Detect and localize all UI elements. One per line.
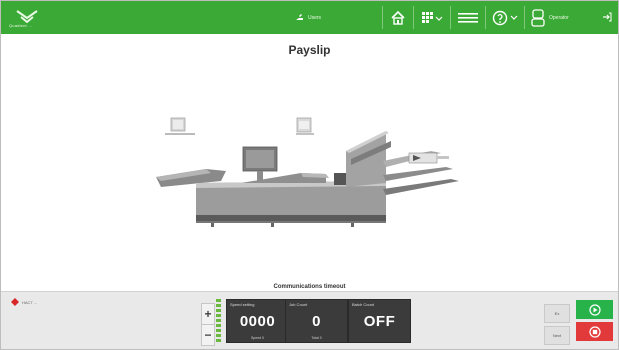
home-button[interactable]	[382, 6, 413, 29]
tile-subtext: Total 0	[311, 336, 322, 340]
menu-button[interactable]	[450, 6, 485, 29]
user-menu-label: Operator	[549, 14, 569, 21]
help-button[interactable]	[485, 6, 524, 29]
tile-value: 0000	[239, 313, 276, 330]
user-menu-button[interactable]: Operator	[524, 6, 584, 29]
job-count-tile[interactable]: Job Count 0 Total 0	[285, 299, 348, 343]
job-selector-button[interactable]	[413, 6, 450, 29]
speed-setting-tile[interactable]: Speed setting 0000 Speed 0	[226, 299, 289, 343]
home-icon	[391, 10, 405, 25]
app-window: Quadient ... Users Operator Payslip Comm…	[0, 0, 619, 350]
user-icon	[531, 8, 545, 27]
stop-icon	[588, 325, 601, 338]
list-icon	[458, 12, 478, 23]
company-logo-text: HACT ...	[22, 299, 38, 305]
speed-plus-button[interactable]: +	[201, 303, 215, 325]
bottom-control-panel: HACT ... + − Speed setting 0000 Speed 0 …	[1, 291, 618, 349]
status-message: Communications timeout	[273, 284, 346, 290]
batch-count-tile[interactable]: Batch Count OFF	[348, 299, 411, 343]
brand-text: Quadient ...	[9, 23, 33, 28]
top-bar: Quadient ... Users Operator	[1, 1, 618, 34]
company-logo-icon	[11, 298, 19, 306]
folder-inserter-machine[interactable]	[151, 111, 471, 231]
start-icon	[588, 303, 601, 316]
tile-caption: Job Count	[289, 302, 308, 307]
exit-icon[interactable]	[602, 12, 612, 22]
user-hand-icon	[296, 14, 303, 20]
company-logo: HACT ...	[11, 298, 37, 306]
tile-subtext: Speed 0	[250, 336, 265, 340]
job-icon	[422, 11, 443, 23]
tile-value: OFF	[363, 313, 396, 330]
tile-caption: Batch Count	[352, 302, 375, 307]
tile-value: 0	[312, 313, 321, 330]
session-user[interactable]: Users	[295, 13, 321, 23]
stop-button[interactable]	[576, 322, 613, 341]
side-button-top[interactable]: Ex	[544, 304, 570, 323]
tile-caption: Speed setting	[230, 302, 255, 307]
start-button[interactable]	[576, 300, 613, 319]
help-icon	[492, 10, 518, 25]
session-user-label: Users	[308, 15, 322, 21]
speed-gauge	[215, 297, 222, 343]
speed-minus-button[interactable]: −	[201, 324, 215, 346]
page-title: Payslip	[288, 43, 331, 57]
side-button-bottom[interactable]: Next	[544, 326, 570, 345]
